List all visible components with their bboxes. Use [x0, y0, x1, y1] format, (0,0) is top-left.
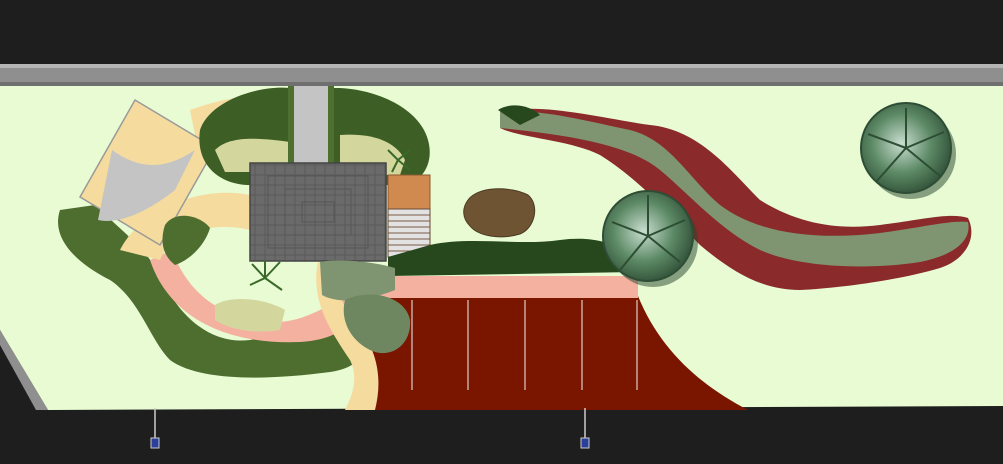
brown-shrub-clump [463, 188, 536, 238]
site-plan-canvas [0, 0, 1003, 464]
garden-path-pink [372, 276, 638, 298]
walkway-north [294, 86, 328, 166]
landscape-site-plan [0, 64, 1003, 464]
house-roof [249, 162, 387, 262]
shed-roof [387, 174, 431, 210]
